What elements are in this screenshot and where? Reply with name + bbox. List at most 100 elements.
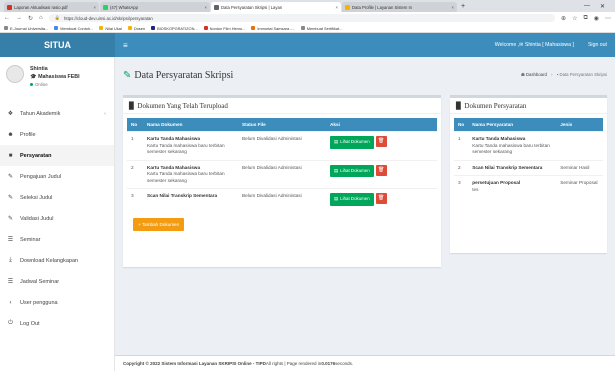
- trash-icon: 🗑: [378, 195, 385, 202]
- new-tab-button[interactable]: +: [458, 3, 465, 10]
- list-icon: ☰: [7, 237, 14, 243]
- graduation-cap-icon: 🎓: [30, 74, 39, 80]
- bookmark-item[interactable]: Immortal Samsara -...: [251, 26, 295, 31]
- url-input[interactable]: 🔒 https://cloud-dev.uinsi.ac.id/skripsi/…: [48, 14, 556, 22]
- bookmark-item[interactable]: E-Journal Universita...: [4, 26, 48, 31]
- share-icon: ‹: [9, 299, 12, 306]
- close-icon[interactable]: ×: [202, 5, 207, 10]
- bookmark-item[interactable]: Membuat Sertifikat...: [300, 26, 342, 31]
- edit-icon: ✎: [123, 69, 132, 81]
- delete-button[interactable]: 🗑: [375, 136, 387, 147]
- sidebar-item-seminar[interactable]: ☰ Seminar: [0, 229, 114, 250]
- user-name: Shintia: [30, 66, 48, 72]
- view-document-button[interactable]: ▤ Lihat Dokumen: [330, 136, 374, 149]
- sidebar-item-label: Seleksi Judul: [20, 194, 53, 201]
- sidebar: Shintia 🎓 Mahasiswa FEBI Online ❖ Tahun …: [0, 57, 115, 371]
- browser-tab-whatsapp[interactable]: (47) WhatsApp ×: [100, 2, 210, 12]
- footer: Copyright © 2022 Sistem Informasi Layana…: [115, 355, 615, 371]
- browser-tab-pdf[interactable]: Laporan Aktualisasi rasio.pdf ×: [4, 2, 99, 12]
- sidebar-item-jadwal-seminar[interactable]: ☰ Jadwal Seminar: [0, 271, 114, 292]
- column-header: Status File: [238, 118, 326, 132]
- box-title: ▉ Dokumen Persyaratan: [450, 98, 607, 114]
- sidebar-item-label: User pengguna: [20, 299, 58, 306]
- bookmark-icon: [4, 26, 8, 30]
- close-icon[interactable]: ×: [449, 5, 454, 10]
- tab-label: (47) WhatsApp: [110, 4, 138, 10]
- sidebar-item-logout[interactable]: ⏻ Log Out: [0, 313, 114, 334]
- footer-render-time: 0.0176: [321, 361, 336, 366]
- forward-icon[interactable]: →: [16, 15, 22, 21]
- app-logo[interactable]: SITUA: [0, 33, 115, 57]
- bookmark-item[interactable]: Dosen: [127, 26, 145, 31]
- bookmark-item[interactable]: Membuat Contoh...: [54, 26, 93, 31]
- back-icon[interactable]: ←: [4, 15, 10, 21]
- bookmark-item[interactable]: BIOSKOPGRATIZON...: [151, 26, 198, 31]
- sidebar-item-label: Validasi Judul: [20, 215, 54, 222]
- edit-icon: ✎: [7, 174, 14, 180]
- tab-label: Laporan Aktualisasi rasio.pdf: [14, 4, 68, 10]
- bookmark-item[interactable]: Nilai Ukai: [99, 26, 122, 31]
- image-icon: ▤: [334, 167, 339, 173]
- menu-dots-icon[interactable]: ⋯: [605, 15, 611, 22]
- image-icon: ▤: [334, 196, 339, 201]
- book-icon: ▉: [129, 101, 135, 110]
- sidebar-item-seleksi-judul[interactable]: ✎ Seleksi Judul: [0, 187, 114, 208]
- sidebar-item-validasi-judul[interactable]: ✎ Validasi Judul: [0, 208, 114, 229]
- url-text: https://cloud-dev.uinsi.ac.id/skripsi/pe…: [64, 15, 153, 21]
- sidebar-item-label: Seminar: [20, 236, 41, 243]
- box-title: ▉ Dokumen Yang Telah Terupload: [123, 98, 441, 114]
- window-controls: — ✕: [584, 3, 615, 10]
- delete-button[interactable]: 🗑: [375, 193, 387, 204]
- address-bar-row: ← → ↻ ⌂ 🔒 https://cloud-dev.uinsi.ac.id/…: [0, 12, 615, 24]
- sidebar-item-persyaratan[interactable]: ■ Persyaratan: [0, 145, 114, 166]
- close-icon[interactable]: ×: [333, 5, 338, 10]
- profile-icon[interactable]: ◉: [594, 15, 599, 22]
- sidebar-item-profile[interactable]: ☻ Profile: [0, 124, 114, 145]
- sidebar-item-download-kelengkapan[interactable]: ⤓ Download Kelangkapan: [0, 250, 114, 271]
- star-icon[interactable]: ☆: [572, 15, 577, 22]
- delete-button[interactable]: 🗑: [375, 164, 387, 176]
- sidebar-item-pengajuan-judul[interactable]: ✎ Pengajuan Judul: [0, 166, 114, 187]
- bookmarks-bar: E-Journal Universita... Membuat Contoh..…: [0, 24, 615, 33]
- bookmark-item[interactable]: Nonton Film Hemu...: [203, 26, 245, 31]
- table-row: 3 persetujuan Proposal tes Seminar Propos…: [454, 175, 603, 197]
- view-document-button[interactable]: ▤ Lihat Dokumen: [330, 193, 374, 206]
- breadcrumb: ☗ Dashboard › ▪ Data Persyaratan Skripsi: [520, 72, 607, 77]
- uploaded-documents-table: No Nama Dokumen Status File Aksi 1 Kartu…: [127, 118, 437, 210]
- add-document-button[interactable]: + Tambah Dokumen: [133, 217, 185, 231]
- bookmark-icon: [251, 26, 256, 30]
- close-window-icon[interactable]: ✕: [600, 3, 605, 10]
- home-icon[interactable]: ⌂: [39, 15, 43, 21]
- column-header: No: [454, 118, 469, 132]
- sidebar-item-user-pengguna[interactable]: ‹ User pengguna: [0, 292, 114, 313]
- welcome-user[interactable]: Welcome ,✉ Shintia [ Mahasiswa ]: [495, 42, 574, 48]
- edit-icon: ✎: [7, 216, 14, 222]
- browser-tab-persyaratan[interactable]: Data Persyaratan Skripsi | Layan ×: [211, 2, 341, 12]
- sidebar-item-tahun-akademik[interactable]: ❖ Tahun Akademik ‹: [0, 103, 114, 124]
- signout-link[interactable]: Sign out: [588, 42, 607, 48]
- sidebar-item-label: Profile: [20, 131, 36, 138]
- online-dot-icon: [30, 83, 33, 86]
- footer-rights: All rights | Page rendered in: [265, 361, 322, 366]
- hamburger-menu-icon[interactable]: ≡: [123, 41, 128, 50]
- bookmark-icon: [99, 26, 104, 30]
- column-header: Nama Dokumen: [143, 118, 238, 132]
- page-header: ✎ Data Persyaratan Skripsi ☗ Dashboard › …: [115, 57, 615, 93]
- table-row: 1 Kartu Tanda Mahasiswa Kartu Tanda mahas…: [127, 131, 437, 160]
- extensions-icon[interactable]: ⧉: [583, 15, 587, 22]
- page-title: ✎ Data Persyaratan Skripsi: [123, 69, 234, 81]
- table-row: 2 Kartu Tanda Mahasiswa Kartu Tanda mahas…: [127, 159, 437, 189]
- requirements-box: ▉ Dokumen Persyaratan No Nama Persyaratan…: [450, 95, 607, 253]
- breadcrumb-home[interactable]: Dashboard: [526, 72, 547, 77]
- browser-tab-profile[interactable]: Data Profile | Layanan Sistem In ×: [342, 2, 457, 12]
- zoom-icon[interactable]: ⊕: [561, 15, 566, 22]
- sidebar-item-label: Log Out: [20, 320, 40, 327]
- requirements-table: No Nama Persyaratan Jenis 1 Kartu Tanda …: [454, 118, 603, 197]
- view-document-button[interactable]: ▤ Lihat Dokumen: [330, 164, 374, 177]
- close-icon[interactable]: ×: [91, 5, 96, 10]
- edit-icon: ✎: [7, 195, 14, 201]
- minimize-icon[interactable]: —: [584, 3, 590, 10]
- bookmark-icon: [151, 26, 156, 30]
- trash-icon: 🗑: [378, 138, 385, 145]
- reload-icon[interactable]: ↻: [28, 15, 33, 22]
